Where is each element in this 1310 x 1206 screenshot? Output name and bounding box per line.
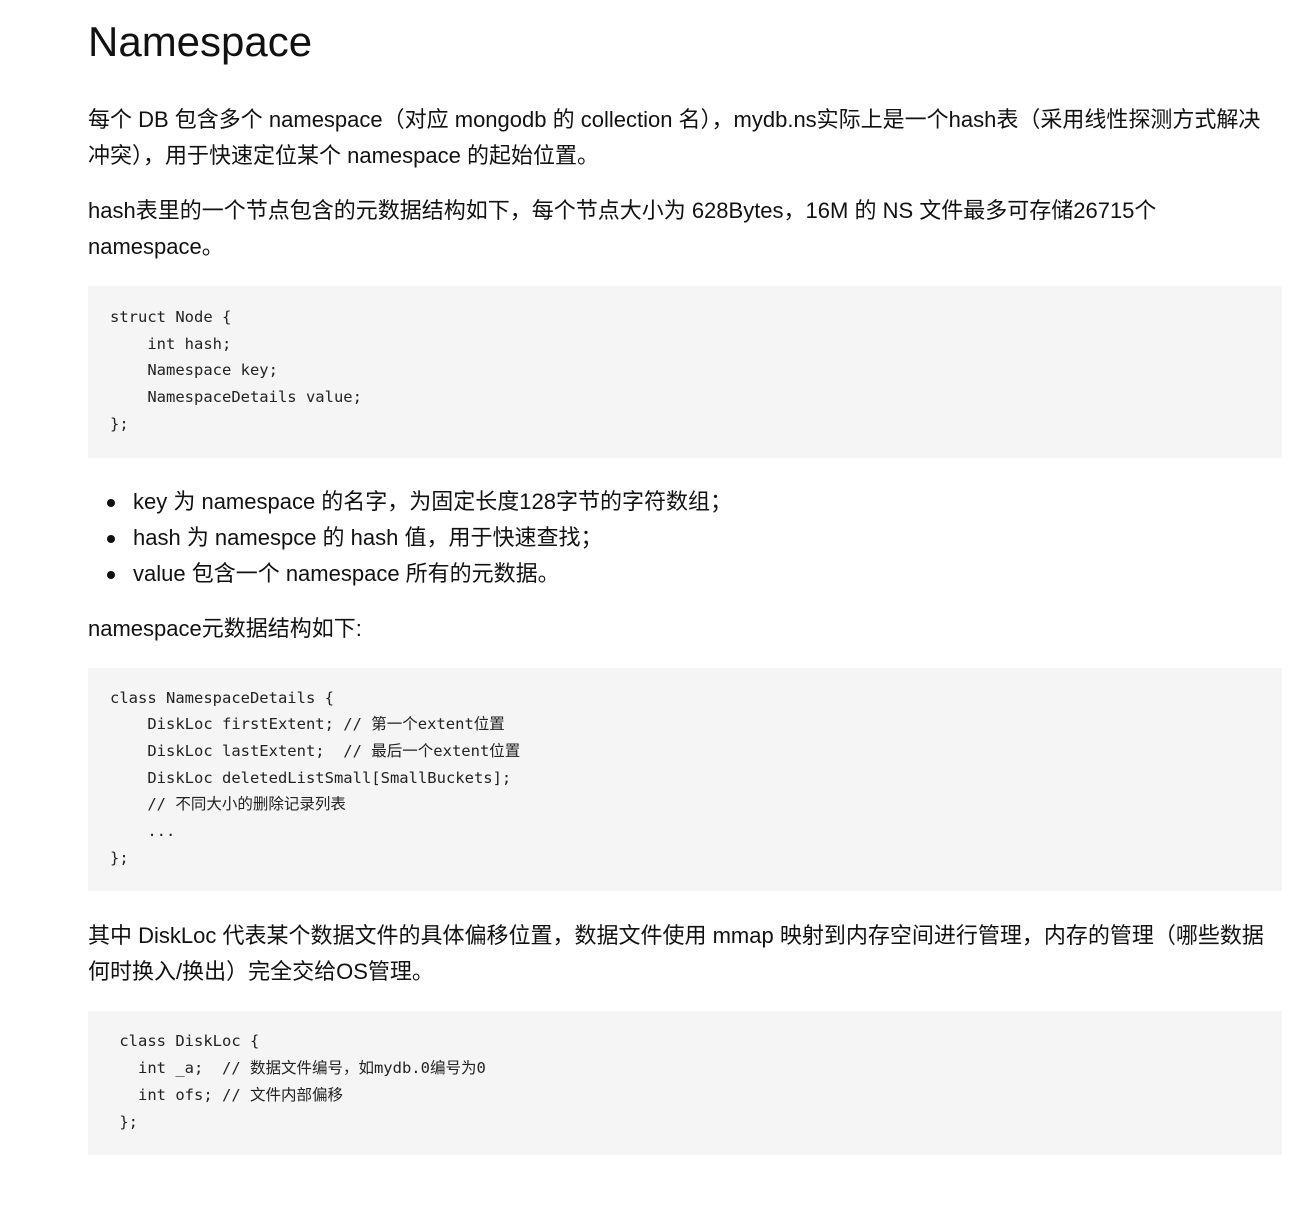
code-block-diskloc: class DiskLoc { int _a; // 数据文件编号，如mydb.…	[88, 1011, 1282, 1156]
list-item-hash: hash 为 namespce 的 hash 值，用于快速查找；	[88, 520, 1282, 556]
node-description-paragraph: hash表里的一个节点包含的元数据结构如下，每个节点大小为 628Bytes，1…	[88, 198, 1157, 259]
namespace-meta-paragraph: namespace元数据结构如下:	[88, 615, 362, 641]
field-list: key 为 namespace 的名字，为固定长度128字节的字符数组； has…	[88, 484, 1282, 592]
intro-paragraph: 每个 DB 包含多个 namespace（对应 mongodb 的 collec…	[88, 107, 1261, 168]
code-block-node-struct: struct Node { int hash; Namespace key; N…	[88, 286, 1282, 458]
code-block-namespace-details: class NamespaceDetails { DiskLoc firstEx…	[88, 667, 1282, 892]
list-item-value: value 包含一个 namespace 所有的元数据。	[88, 556, 1282, 592]
document-body: Namespace 每个 DB 包含多个 namespace（对应 mongod…	[88, 0, 1282, 1156]
list-item-key: key 为 namespace 的名字，为固定长度128字节的字符数组；	[88, 484, 1282, 520]
page-title: Namespace	[88, 18, 313, 65]
diskloc-description-paragraph: 其中 DiskLoc 代表某个数据文件的具体偏移位置，数据文件使用 mmap 映…	[88, 923, 1264, 985]
